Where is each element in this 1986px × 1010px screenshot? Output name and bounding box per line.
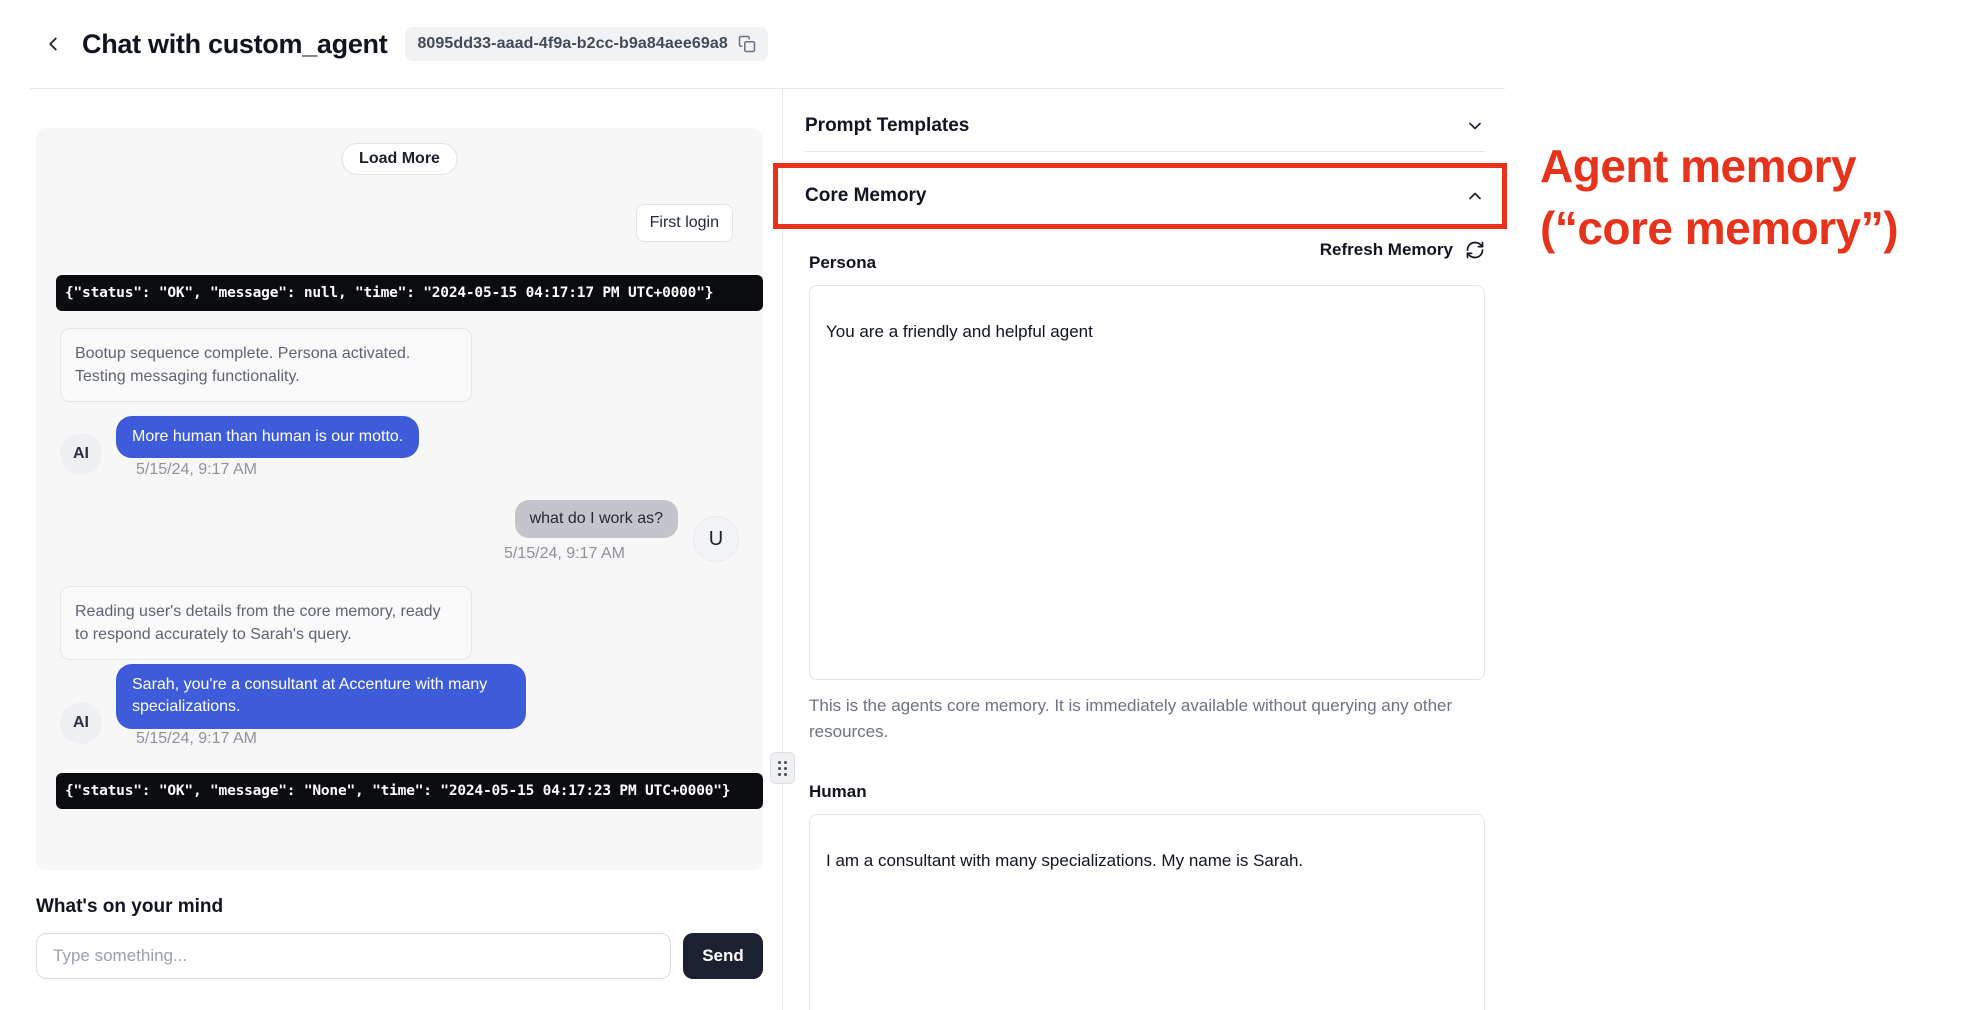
chevron-up-icon xyxy=(1465,186,1485,206)
annotation-text: Agent memory (“core memory”) xyxy=(1540,135,1898,259)
send-button[interactable]: Send xyxy=(683,933,763,979)
agent-id-text: 8095dd33-aaad-4f9a-b2cc-b9a84aee69a8 xyxy=(417,35,727,53)
function-result-message: {"status": "OK", "message": null, "time"… xyxy=(56,275,763,311)
core-memory-description: This is the agents core memory. It is im… xyxy=(809,693,1459,744)
page-title: Chat with custom_agent xyxy=(82,29,387,60)
section-label: Prompt Templates xyxy=(805,115,969,137)
inner-monologue-message: Reading user's details from the core mem… xyxy=(60,586,472,660)
chat-message-panel: Load More First login {"status": "OK", "… xyxy=(36,128,763,870)
refresh-icon xyxy=(1465,240,1485,260)
agent-id-badge: 8095dd33-aaad-4f9a-b2cc-b9a84aee69a8 xyxy=(405,27,767,61)
app-screen: Chat with custom_agent 8095dd33-aaad-4f9… xyxy=(0,0,1986,1010)
function-result-message: {"status": "OK", "message": "None", "tim… xyxy=(56,773,763,809)
user-message-bubble: what do I work as? xyxy=(515,500,678,538)
annotation-line-1: Agent memory xyxy=(1540,135,1898,197)
agent-avatar: AI xyxy=(60,433,102,475)
chevron-left-icon xyxy=(42,33,64,55)
refresh-memory-label: Refresh Memory xyxy=(1320,240,1453,260)
section-prompt-templates[interactable]: Prompt Templates xyxy=(805,100,1485,152)
grip-dots-icon xyxy=(778,761,787,776)
section-label: Core Memory xyxy=(805,185,926,207)
user-avatar: U xyxy=(693,516,739,562)
annotation-line-2: (“core memory”) xyxy=(1540,197,1898,259)
message-timestamp: 5/15/24, 9:17 AM xyxy=(136,730,257,748)
copy-icon[interactable] xyxy=(738,35,756,53)
composer-label: What's on your mind xyxy=(36,896,223,918)
chevron-down-icon xyxy=(1465,116,1485,136)
message-input[interactable] xyxy=(36,933,671,979)
message-timestamp: 5/15/24, 9:17 AM xyxy=(504,545,625,563)
back-button[interactable] xyxy=(38,29,68,59)
panel-resize-handle[interactable] xyxy=(770,752,795,784)
panel-divider xyxy=(782,89,783,1010)
section-core-memory[interactable]: Core Memory xyxy=(805,165,1485,227)
load-more-button[interactable]: Load More xyxy=(341,143,458,175)
human-textarea[interactable]: I am a consultant with many specializati… xyxy=(809,814,1485,1010)
agent-avatar: AI xyxy=(60,702,102,744)
persona-textarea[interactable]: You are a friendly and helpful agent xyxy=(809,285,1485,680)
header: Chat with custom_agent 8095dd33-aaad-4f9… xyxy=(30,0,1505,89)
agent-message-bubble: Sarah, you're a consultant at Accenture … xyxy=(116,664,526,729)
agent-message-bubble: More human than human is our motto. xyxy=(116,416,419,458)
inner-monologue-message: Bootup sequence complete. Persona activa… xyxy=(60,328,472,402)
first-login-badge: First login xyxy=(636,204,733,242)
persona-label: Persona xyxy=(809,253,876,273)
human-label: Human xyxy=(809,782,867,802)
message-timestamp: 5/15/24, 9:17 AM xyxy=(136,461,257,479)
refresh-memory-button[interactable]: Refresh Memory xyxy=(805,236,1485,264)
